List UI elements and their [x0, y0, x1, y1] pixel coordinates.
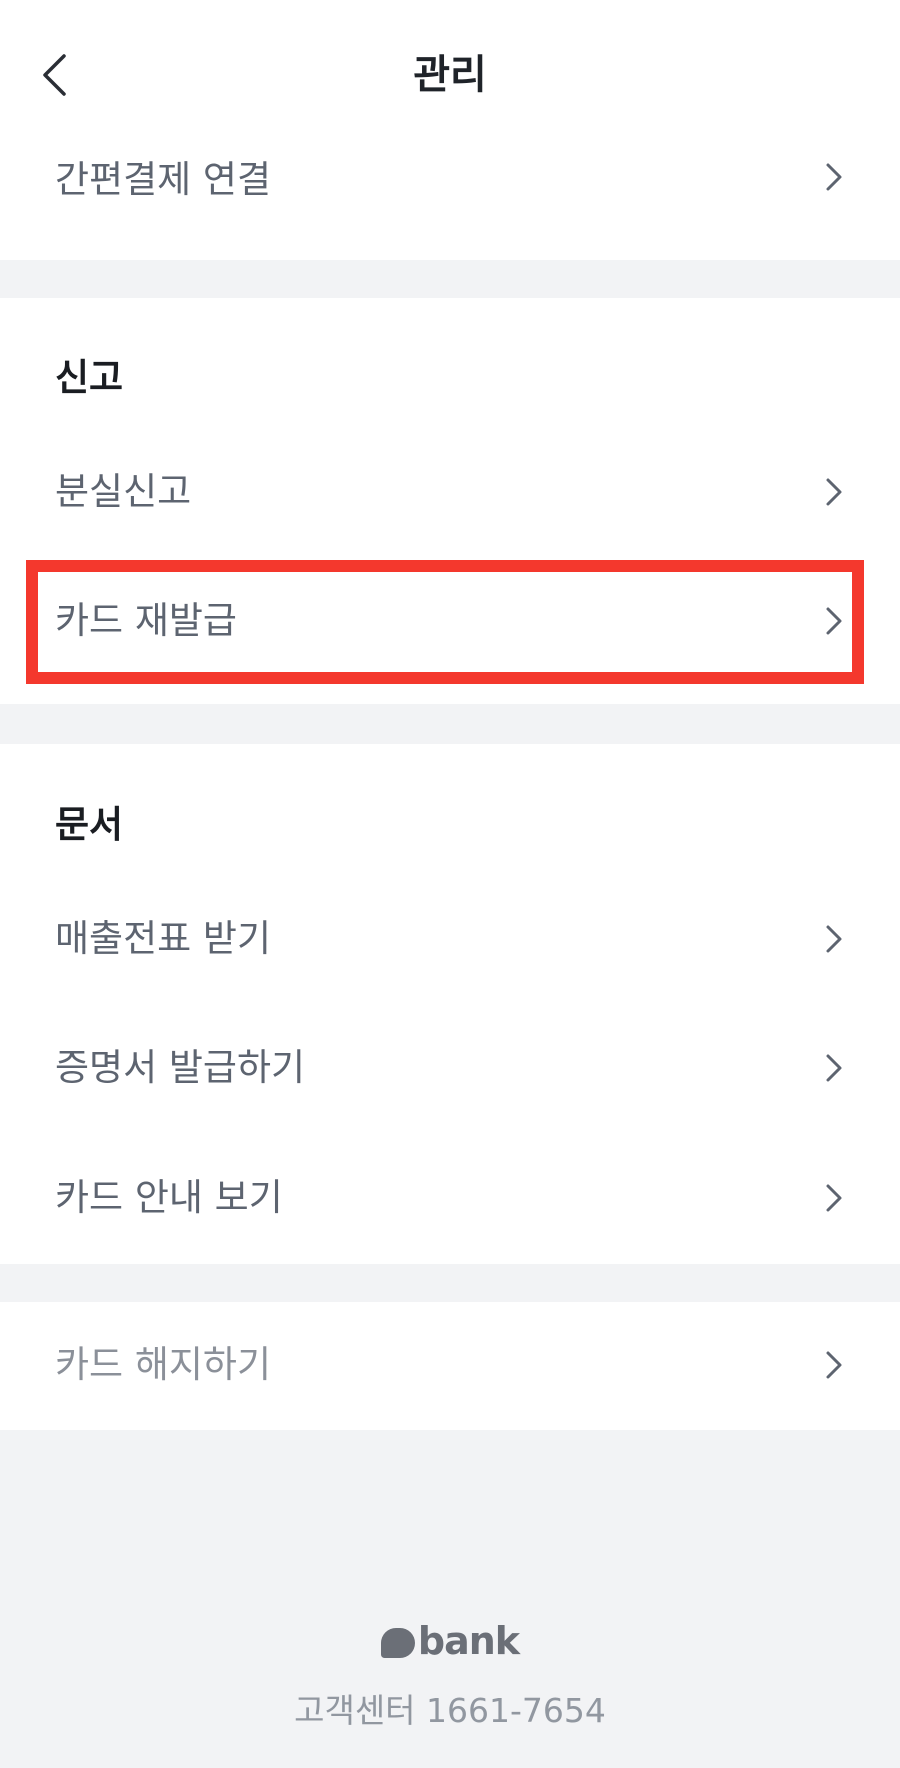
section-title-documents: 문서 — [55, 803, 124, 846]
row-label: 간편결제 연결 — [55, 158, 272, 201]
header-bar: 관리 — [0, 0, 900, 140]
section-documents: 문서 매출전표 받기 증명서 발급하기 카드 안내 보기 — [0, 744, 900, 1264]
row-receipt[interactable]: 매출전표 받기 — [0, 890, 900, 990]
chevron-right-icon — [818, 157, 850, 197]
highlight-box — [26, 560, 864, 684]
row-label: 분실신고 — [55, 470, 192, 513]
row-label: 매출전표 받기 — [55, 917, 272, 960]
section-payment: 간편결제 연결 — [0, 140, 900, 260]
section-cancel: 카드 해지하기 — [0, 1302, 900, 1430]
chevron-right-icon — [818, 919, 850, 959]
row-label: 증명서 발급하기 — [55, 1046, 306, 1089]
row-label: 카드 안내 보기 — [55, 1176, 283, 1219]
row-certificate[interactable]: 증명서 발급하기 — [0, 1019, 900, 1119]
customer-center-phone[interactable]: 고객센터 1661-7654 — [0, 1688, 900, 1734]
bank-logo-text: bank — [417, 1619, 520, 1663]
row-card-guide[interactable]: 카드 안내 보기 — [0, 1149, 900, 1249]
chevron-right-icon — [818, 472, 850, 512]
section-title-report: 신고 — [55, 356, 124, 399]
chevron-right-icon — [818, 1345, 850, 1385]
row-lost-report[interactable]: 분실신고 — [0, 443, 900, 543]
row-card-cancel[interactable]: 카드 해지하기 — [0, 1316, 900, 1416]
page-title: 관리 — [413, 52, 487, 98]
row-easy-pay-link[interactable]: 간편결제 연결 — [0, 140, 900, 240]
chevron-right-icon — [818, 1178, 850, 1218]
row-label: 카드 해지하기 — [55, 1343, 272, 1386]
chevron-right-icon — [818, 1048, 850, 1088]
bank-logo-icon — [380, 1628, 415, 1658]
bank-logo: bank — [0, 1616, 900, 1666]
